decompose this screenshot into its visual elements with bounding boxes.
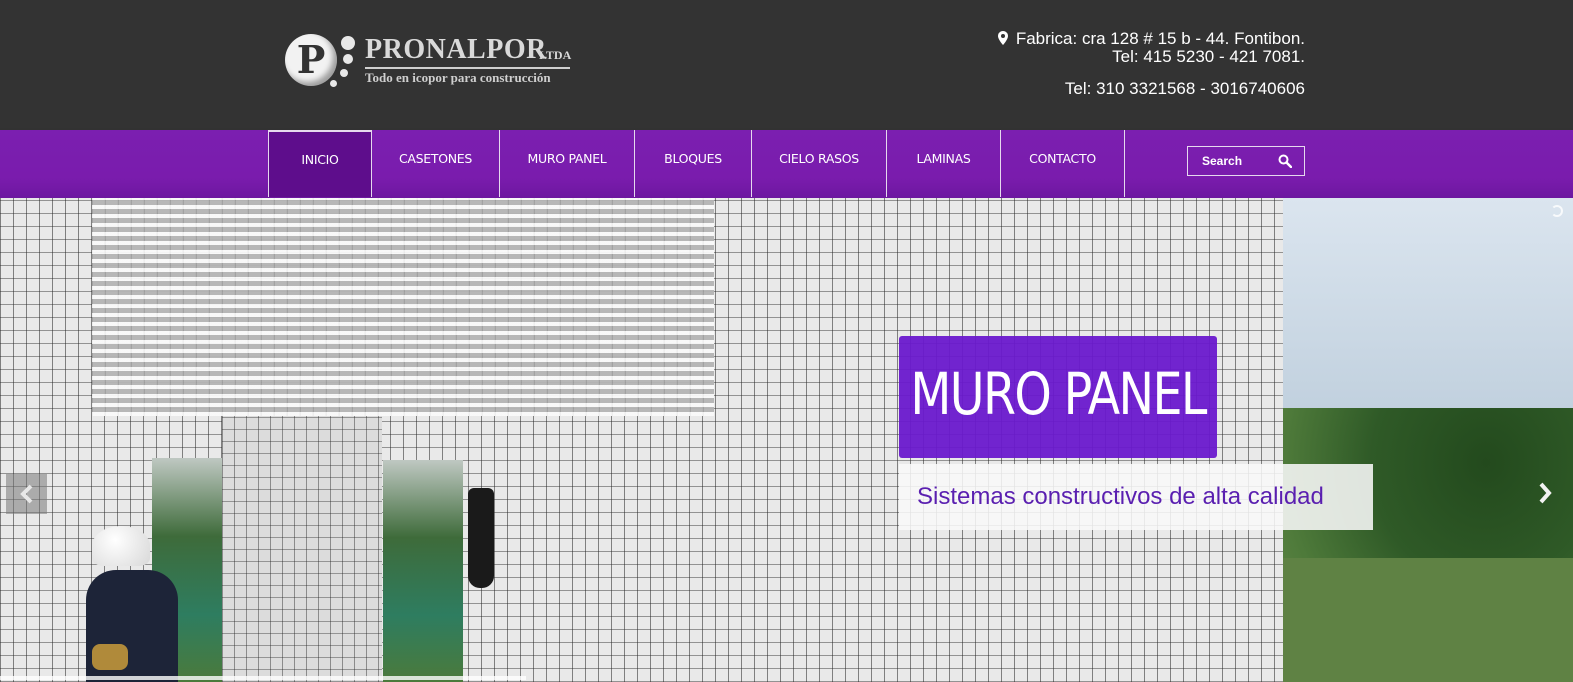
search-box: [1187, 146, 1305, 176]
logo-dot: [341, 36, 355, 50]
nav-item-cielo-rasos[interactable]: CIELO RASOS: [751, 130, 886, 197]
slide-corrugated-panel: [92, 198, 714, 416]
logo-tagline: Todo en icopor para construcción: [365, 70, 551, 85]
slider-timer-icon: [1551, 205, 1563, 217]
logo-suffix: LTDA: [539, 48, 572, 62]
site-header: P PRONALPOR LTDA Todo en icopor para con…: [0, 0, 1573, 130]
logo-mark: P: [285, 34, 337, 86]
search-icon[interactable]: [1278, 154, 1292, 168]
slider-prev-button[interactable]: [6, 474, 47, 514]
nav-item-laminas[interactable]: LAMINAS: [886, 130, 1000, 197]
slide-wall-opening: [383, 460, 463, 682]
logo-dot: [330, 80, 337, 87]
slider-progress-bar: [0, 676, 526, 680]
slide-sky: [1283, 198, 1573, 428]
slide-wall-pillar: [222, 416, 382, 682]
chevron-right-icon: [1539, 482, 1552, 504]
nav-item-contacto[interactable]: CONTACTO: [1000, 130, 1125, 197]
nav-item-bloques[interactable]: BLOQUES: [634, 130, 751, 197]
logo-dot: [340, 69, 348, 77]
contact-address: Fabrica: cra 128 # 15 b - 44. Fontibon.: [1015, 29, 1305, 48]
logo-dot: [343, 54, 353, 64]
slide-grass: [1283, 558, 1573, 682]
slide-strap: [468, 488, 494, 588]
map-pin-icon: [997, 31, 1008, 45]
slide-title-text: MURO PANEL: [910, 360, 1207, 428]
nav-menu: INICIO CASETONES MURO PANEL BLOQUES CIEL…: [268, 130, 1125, 197]
site-logo[interactable]: P PRONALPOR LTDA Todo en icopor para con…: [283, 32, 583, 92]
nav-item-inicio[interactable]: INICIO: [268, 130, 371, 197]
search-input[interactable]: [1188, 154, 1274, 168]
logo-name: PRONALPOR: [365, 34, 547, 65]
slide-worker-helmet: [92, 526, 150, 566]
nav-item-muro-panel[interactable]: MURO PANEL: [499, 130, 634, 197]
slider-next-button[interactable]: [1530, 478, 1560, 508]
chevron-left-icon: [19, 484, 32, 504]
slide-subtitle: Sistemas constructivos de alta calidad: [899, 464, 1373, 530]
nav-item-casetones[interactable]: CASETONES: [371, 130, 499, 197]
contact-info: Fabrica: cra 128 # 15 b - 44. Fontibon. …: [997, 29, 1305, 98]
contact-phone-landline: Tel: 415 5230 - 421 7081.: [1112, 47, 1305, 66]
contact-address-line: Fabrica: cra 128 # 15 b - 44. Fontibon.: [997, 29, 1305, 48]
hero-slider: MURO PANEL Sistemas constructivos de alt…: [0, 198, 1573, 682]
contact-phone-mobile: Tel: 310 3321568 - 3016740606: [1064, 79, 1305, 98]
logo-divider: [365, 67, 570, 69]
slide-title: MURO PANEL: [899, 336, 1217, 458]
main-navbar: INICIO CASETONES MURO PANEL BLOQUES CIEL…: [0, 130, 1573, 198]
slide-worker-glove: [92, 644, 128, 670]
